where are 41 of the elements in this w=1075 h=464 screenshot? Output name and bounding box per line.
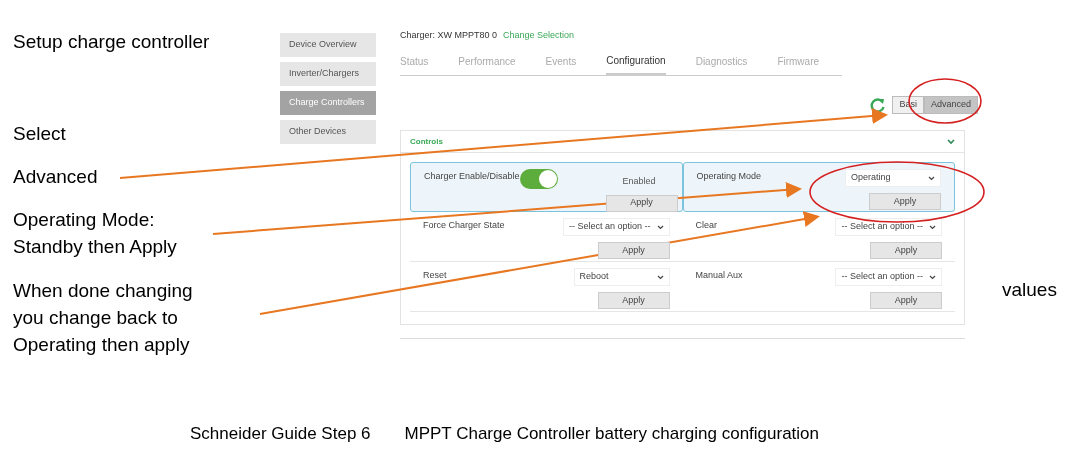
- side-note: values: [1002, 279, 1057, 300]
- setting-label: Reset: [423, 269, 447, 282]
- footer-caption: Schneider Guide Step 6: [190, 423, 371, 445]
- caret-icon: [929, 224, 936, 230]
- option-select[interactable]: -- Select an option --: [562, 218, 670, 236]
- apply-button[interactable]: Apply: [597, 242, 670, 259]
- step-caption: Operating Mode: Standby then Apply: [13, 208, 177, 259]
- charger-name: Charger: XW MPPT80 0: [400, 29, 498, 43]
- caret-icon: [656, 224, 664, 230]
- sidebar-item[interactable]: Device Overview: [280, 33, 376, 57]
- caret-icon: [656, 274, 664, 280]
- tab[interactable]: Configuration: [606, 48, 666, 75]
- toggle-switch[interactable]: [519, 169, 558, 189]
- setting-label: Manual Aux: [695, 269, 743, 282]
- step-caption: Advanced: [13, 165, 98, 189]
- apply-button[interactable]: Apply: [870, 292, 942, 309]
- panel-title: Controls: [410, 135, 443, 148]
- apply-button[interactable]: Apply: [605, 194, 678, 212]
- caret-icon: [929, 274, 936, 280]
- setting-label: Clear: [695, 219, 717, 232]
- slide-title: Setup charge controller: [13, 30, 210, 54]
- step-caption: When done changing you change back to Operating then apply: [13, 279, 193, 357]
- caret-icon: [928, 175, 935, 181]
- view-mode-toggle[interactable]: Advanced: [923, 96, 978, 114]
- refresh-icon[interactable]: [869, 96, 887, 114]
- option-select[interactable]: Reboot: [573, 268, 670, 286]
- apply-button[interactable]: Apply: [870, 242, 942, 259]
- setting-label: Charger Enable/Disable: [424, 170, 520, 183]
- footer-caption: MPPT Charge Controller battery charging configuration: [404, 423, 820, 445]
- option-select[interactable]: -- Select an option --: [835, 218, 942, 236]
- step-caption: Select: [13, 122, 66, 146]
- apply-button[interactable]: Apply: [869, 193, 941, 210]
- option-select[interactable]: Operating: [845, 169, 941, 187]
- chevron-down-icon[interactable]: [947, 138, 955, 145]
- option-select[interactable]: -- Select an option --: [835, 268, 942, 286]
- setting-label: Force Charger State: [423, 219, 505, 232]
- sidebar-item[interactable]: Other Devices: [280, 120, 376, 144]
- apply-button[interactable]: Apply: [597, 292, 670, 309]
- status-text: Enabled: [622, 175, 656, 188]
- sidebar-item[interactable]: Inverter/Chargers: [280, 62, 376, 86]
- setting-label: Operating Mode: [696, 170, 762, 183]
